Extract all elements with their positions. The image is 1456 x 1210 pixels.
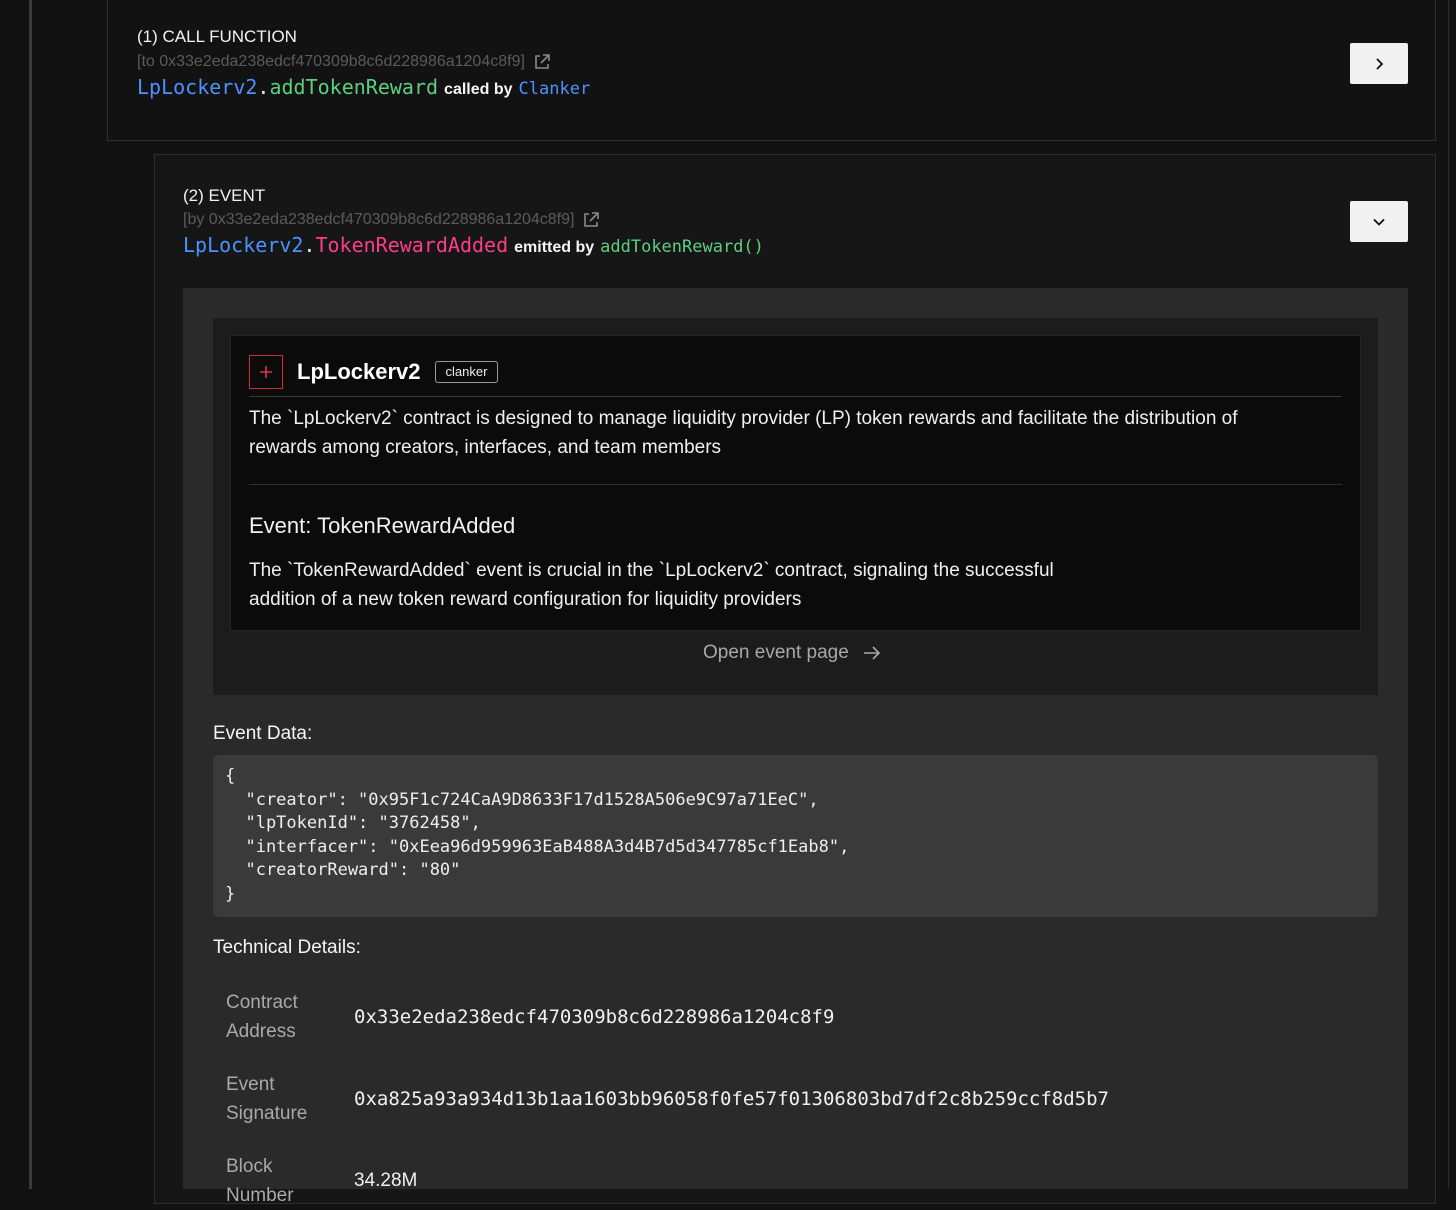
- call-address-text[interactable]: [to 0x33e2eda238edcf470309b8c6d228986a12…: [137, 53, 525, 71]
- event-description-line: addition of a new token reward configura…: [249, 589, 802, 610]
- divider: [249, 396, 1342, 397]
- call-address[interactable]: [to 0x33e2eda238edcf470309b8c6d228986a12…: [137, 53, 551, 71]
- contract-description-line: The `LpLockerv2` contract is designed to…: [249, 408, 1238, 429]
- open-event-page-link[interactable]: Open event page: [703, 642, 881, 664]
- event-description-line: The `TokenRewardAdded` event is crucial …: [249, 560, 1054, 581]
- event-emitter-name[interactable]: addTokenReward(): [600, 237, 764, 257]
- chevron-right-icon: [1376, 57, 1384, 70]
- tech-row-label: Event Signature: [226, 1070, 336, 1128]
- event-title: Event: TokenRewardAdded: [249, 513, 516, 538]
- collapse-event-button[interactable]: [1350, 201, 1408, 242]
- call-caller-name[interactable]: Clanker: [519, 79, 591, 99]
- tech-row-label: Contract Address: [226, 988, 336, 1046]
- chevron-down-icon: [1373, 218, 1385, 226]
- event-address-text[interactable]: [by 0x33e2eda238edcf470309b8c6d228986a12…: [183, 211, 574, 229]
- sig-dot: .: [257, 75, 270, 99]
- tree-rail: [29, 0, 32, 1189]
- expand-contract-button[interactable]: [249, 355, 283, 389]
- contract-name: LpLockerv2: [297, 359, 421, 384]
- tech-row-label-line: Block: [226, 1156, 273, 1177]
- tech-row-label-line: Contract: [226, 992, 298, 1013]
- tech-row-label-line: Signature: [226, 1103, 308, 1124]
- event-signature: LpLockerv2.TokenRewardAdded emitted by a…: [183, 233, 764, 257]
- call-step-label: (1) CALL FUNCTION: [137, 27, 297, 46]
- technical-details-heading: Technical Details:: [213, 937, 361, 958]
- call-signature: LpLockerv2.addTokenReward called by Clan…: [137, 75, 590, 99]
- call-function-name[interactable]: addTokenReward: [269, 75, 438, 99]
- tech-row-block-number: Block Number 34.28M: [226, 1152, 417, 1210]
- event-step-label: (2) EVENT: [183, 186, 266, 205]
- contract-header: LpLockerv2 clanker: [249, 355, 499, 389]
- plus-icon: [260, 366, 272, 378]
- event-signature-value[interactable]: 0xa825a93a934d13b1aa1603bb96058f0fe57f01…: [354, 1088, 1109, 1110]
- event-address[interactable]: [by 0x33e2eda238edcf470309b8c6d228986a12…: [183, 211, 600, 229]
- arrow-right-icon: [863, 646, 880, 660]
- contract-tag: clanker: [434, 361, 499, 383]
- tech-row-contract-address: Contract Address 0x33e2eda238edcf470309b…: [226, 988, 834, 1046]
- call-contract-name[interactable]: LpLockerv2: [137, 75, 257, 99]
- external-link-icon[interactable]: [582, 211, 600, 229]
- call-by-label: called by: [444, 81, 513, 98]
- tech-row-label: Block Number: [226, 1152, 336, 1210]
- event-by-label: emitted by: [514, 239, 595, 256]
- event-data-code: { "creator": "0x95F1c724CaA9D8633F17d152…: [213, 755, 1378, 917]
- tech-row-label-line: Number: [226, 1185, 294, 1206]
- event-data-heading: Event Data:: [213, 723, 313, 744]
- external-link-icon[interactable]: [533, 53, 551, 71]
- event-description: The `TokenRewardAdded` event is crucial …: [249, 556, 1349, 614]
- event-contract-name[interactable]: LpLockerv2: [183, 233, 303, 257]
- tech-row-label-line: Event: [226, 1074, 275, 1095]
- contract-description: The `LpLockerv2` contract is designed to…: [249, 404, 1349, 462]
- tech-row-label-line: Address: [226, 1021, 296, 1042]
- sig-dot: .: [303, 233, 316, 257]
- contract-address-value[interactable]: 0x33e2eda238edcf470309b8c6d228986a1204c8…: [354, 1006, 834, 1028]
- event-name[interactable]: TokenRewardAdded: [315, 233, 508, 257]
- scroll-edge: [1448, 0, 1449, 1189]
- open-event-page-label[interactable]: Open event page: [703, 642, 849, 664]
- tech-row-event-signature: Event Signature 0xa825a93a934d13b1aa1603…: [226, 1070, 1109, 1128]
- contract-description-line: rewards among creators, interfaces, and …: [249, 437, 722, 458]
- expand-call-button[interactable]: [1350, 43, 1408, 84]
- divider: [249, 484, 1342, 485]
